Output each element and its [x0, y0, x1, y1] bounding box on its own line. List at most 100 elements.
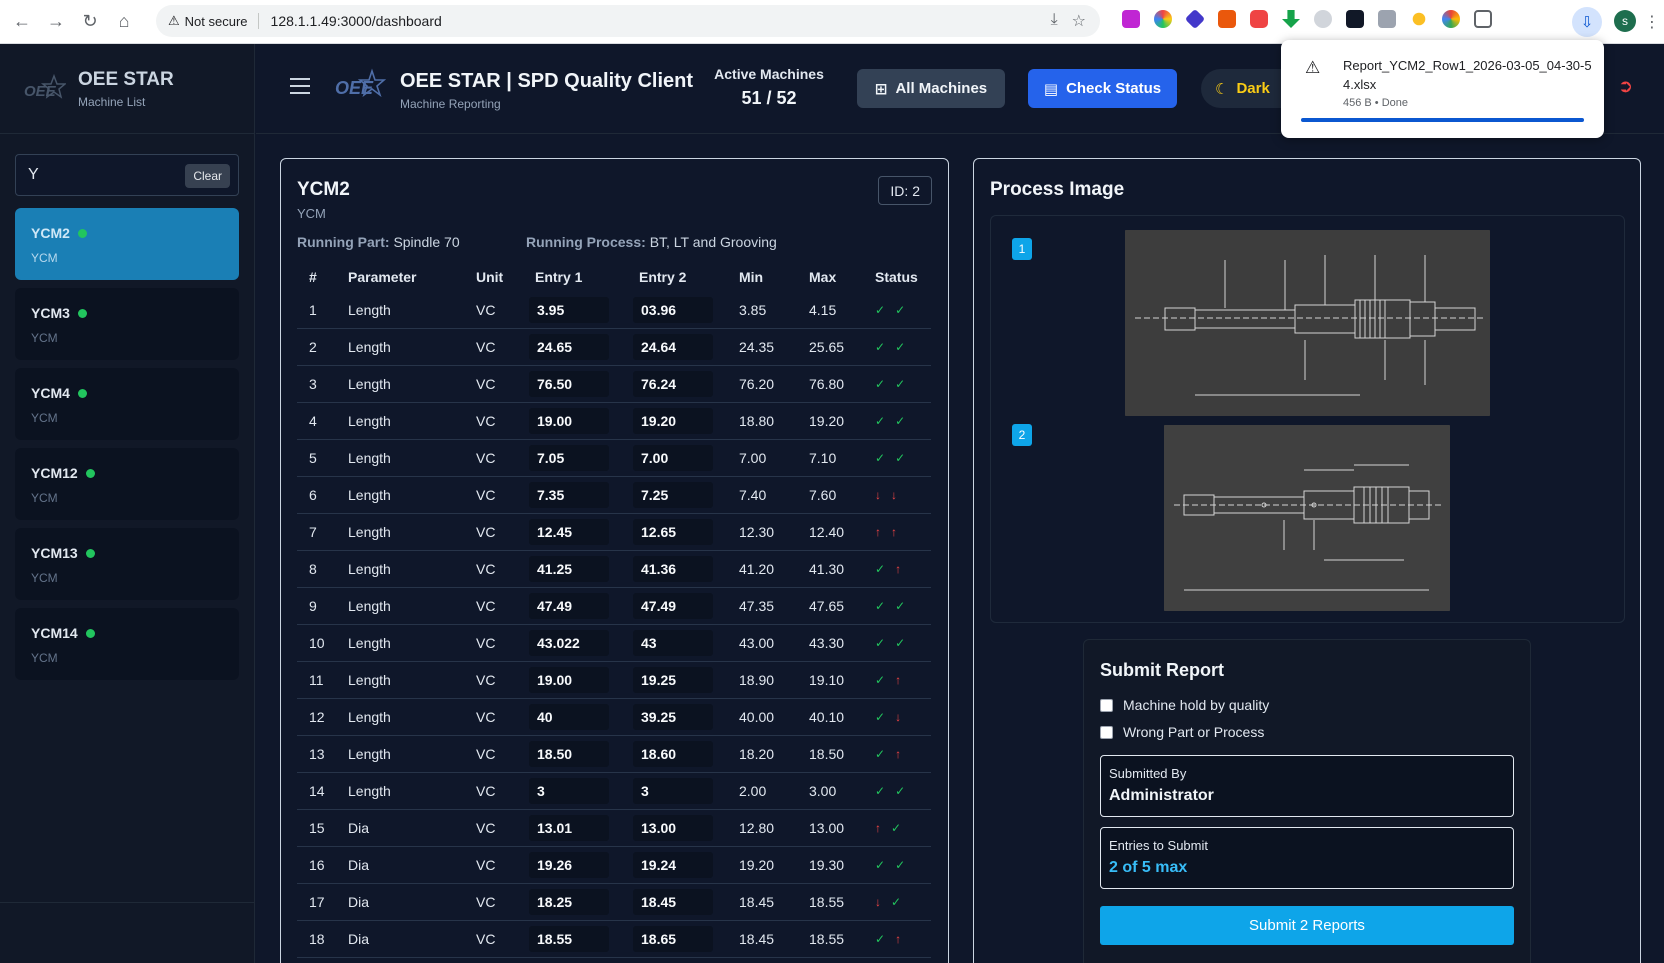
- bookmark-star-icon[interactable]: ☆: [1072, 11, 1086, 31]
- parameter-cell: Length: [348, 339, 391, 355]
- entry-1-input[interactable]: 43.022: [529, 630, 609, 656]
- machine-list-item[interactable]: YCM4 YCM: [15, 368, 239, 440]
- machine-hold-checkbox-row[interactable]: Machine hold by quality: [1100, 697, 1269, 713]
- machine-list-item[interactable]: YCM3 YCM: [15, 288, 239, 360]
- check-status-button[interactable]: ▤ Check Status: [1028, 69, 1177, 108]
- entry-1-input[interactable]: 24.65: [529, 334, 609, 360]
- table-row: 6 Length VC 7.35 7.25 7.40 7.60 ↓ ↓: [297, 477, 931, 514]
- machine-list-item[interactable]: YCM2 YCM: [15, 208, 239, 280]
- entry-1-input[interactable]: 18.25: [529, 889, 609, 915]
- forward-icon[interactable]: →: [40, 6, 72, 38]
- entry-1-input[interactable]: 40: [529, 704, 609, 730]
- submit-reports-button[interactable]: Submit 2 Reports: [1100, 906, 1514, 945]
- entry-1-input[interactable]: 3.95: [529, 297, 609, 323]
- machine-list-item[interactable]: YCM14 YCM: [15, 608, 239, 680]
- wrong-part-checkbox-row[interactable]: Wrong Part or Process: [1100, 724, 1264, 740]
- extension-icon[interactable]: [1412, 12, 1426, 26]
- max-cell: 13.00: [809, 820, 845, 836]
- machine-list-item[interactable]: YCM13 YCM: [15, 528, 239, 600]
- entry-1-input[interactable]: 18.50: [529, 741, 609, 767]
- entry-1-input[interactable]: 7.05: [529, 445, 609, 471]
- entry-2-input[interactable]: 18.45: [633, 889, 713, 915]
- machine-search-input[interactable]: Y Clear: [15, 154, 239, 196]
- downloads-icon[interactable]: ⇩: [1572, 7, 1602, 37]
- min-cell: 76.20: [739, 376, 775, 392]
- entry-2-input[interactable]: 41.36: [633, 556, 713, 582]
- entry-2-input[interactable]: 76.24: [633, 371, 713, 397]
- extension-icon[interactable]: [1184, 8, 1206, 30]
- entry-2-input[interactable]: 19.25: [633, 667, 713, 693]
- extension-icon[interactable]: [1282, 10, 1300, 28]
- extensions-puzzle-icon[interactable]: [1474, 10, 1492, 28]
- not-secure-indicator[interactable]: ⚠ Not secure: [168, 13, 259, 29]
- home-icon[interactable]: ⌂: [108, 6, 140, 38]
- image-index-badge[interactable]: 2: [1012, 424, 1032, 446]
- entry-2-input[interactable]: 39.25: [633, 704, 713, 730]
- entry-1-input[interactable]: 19.00: [529, 667, 609, 693]
- url-text[interactable]: 128.1.1.49:3000/dashboard: [271, 13, 442, 29]
- extension-icon[interactable]: [1218, 10, 1236, 28]
- extension-icon[interactable]: [1250, 10, 1268, 28]
- machine-hold-checkbox[interactable]: [1100, 698, 1113, 712]
- entry-2-input[interactable]: 19.24: [633, 852, 713, 878]
- browser-menu-icon[interactable]: ⋮: [1644, 12, 1660, 32]
- entry-2-input[interactable]: 3: [633, 778, 713, 804]
- extension-icon[interactable]: [1154, 10, 1172, 28]
- process-drawing-image[interactable]: [1125, 230, 1490, 416]
- entry-2-input[interactable]: 03.96: [633, 297, 713, 323]
- menu-toggle-icon[interactable]: [290, 78, 310, 99]
- submitted-by-field[interactable]: Submitted By Administrator: [1100, 755, 1514, 817]
- entry-1-input[interactable]: 3: [529, 778, 609, 804]
- entry-2-input[interactable]: 12.65: [633, 519, 713, 545]
- extension-icon[interactable]: [1378, 10, 1396, 28]
- entry-1-input[interactable]: 13.01: [529, 815, 609, 841]
- table-row: 1 Length VC 3.95 03.96 3.85 4.15 ✓ ✓: [297, 292, 931, 329]
- entry-1-input[interactable]: 7.35: [529, 482, 609, 508]
- entry-2-input[interactable]: 43: [633, 630, 713, 656]
- process-drawing-image[interactable]: [1164, 425, 1450, 611]
- image-index-badge[interactable]: 1: [1012, 238, 1032, 260]
- entry-2-input[interactable]: 7.00: [633, 445, 713, 471]
- logout-icon[interactable]: ➲: [1618, 76, 1633, 97]
- entry-2-input[interactable]: 18.60: [633, 741, 713, 767]
- back-icon[interactable]: ←: [6, 6, 38, 38]
- entry-1-input[interactable]: 18.55: [529, 926, 609, 952]
- extension-icon[interactable]: [1122, 10, 1140, 28]
- entry-2-input[interactable]: 13.00: [633, 815, 713, 841]
- address-bar[interactable]: ⚠ Not secure 128.1.1.49:3000/dashboard ⤓…: [156, 5, 1100, 37]
- extension-icon[interactable]: [1346, 10, 1364, 28]
- check-icon: ✓: [875, 636, 886, 650]
- max-cell: 12.40: [809, 524, 845, 540]
- entry-1-input[interactable]: 47.49: [529, 593, 609, 619]
- submitted-by-value[interactable]: Administrator: [1109, 787, 1505, 805]
- entry-2-input[interactable]: 19.20: [633, 408, 713, 434]
- entry-1-input[interactable]: 76.50: [529, 371, 609, 397]
- reload-icon[interactable]: ↻: [74, 6, 106, 38]
- entry-2-input[interactable]: 18.65: [633, 926, 713, 952]
- clear-search-button[interactable]: Clear: [185, 164, 230, 188]
- extension-icon[interactable]: [1442, 10, 1460, 28]
- entry-1-input[interactable]: 41.25: [529, 556, 609, 582]
- install-icon[interactable]: ⤓: [1051, 11, 1058, 31]
- extension-icon[interactable]: [1314, 10, 1332, 28]
- entry-2-input[interactable]: 47.49: [633, 593, 713, 619]
- status-cell: ✓ ↑: [863, 673, 931, 687]
- entry-2-input[interactable]: 24.64: [633, 334, 713, 360]
- unit-cell: VC: [476, 746, 496, 762]
- entry-1-input[interactable]: 19.00: [529, 408, 609, 434]
- status-cell: ✓ ↑: [863, 562, 931, 576]
- machine-list-item-name: YCM12: [31, 465, 223, 481]
- unit-cell: VC: [476, 783, 496, 799]
- min-cell: 47.35: [739, 598, 775, 614]
- entry-2-input[interactable]: 7.25: [633, 482, 713, 508]
- profile-avatar[interactable]: s: [1614, 10, 1636, 32]
- max-cell: 4.15: [809, 302, 837, 318]
- machine-list-item[interactable]: YCM12 YCM: [15, 448, 239, 520]
- all-machines-button[interactable]: ⊞ All Machines: [857, 69, 1005, 108]
- entry-1-input[interactable]: 19.26: [529, 852, 609, 878]
- entry-1-input[interactable]: 12.45: [529, 519, 609, 545]
- max-cell: 3.00: [809, 783, 837, 799]
- wrong-part-checkbox[interactable]: [1100, 725, 1113, 739]
- machine-list-item-name: YCM4: [31, 385, 223, 401]
- download-filename[interactable]: Report_YCM2_Row1_2026-03-05_04-30-54.xls…: [1343, 56, 1593, 94]
